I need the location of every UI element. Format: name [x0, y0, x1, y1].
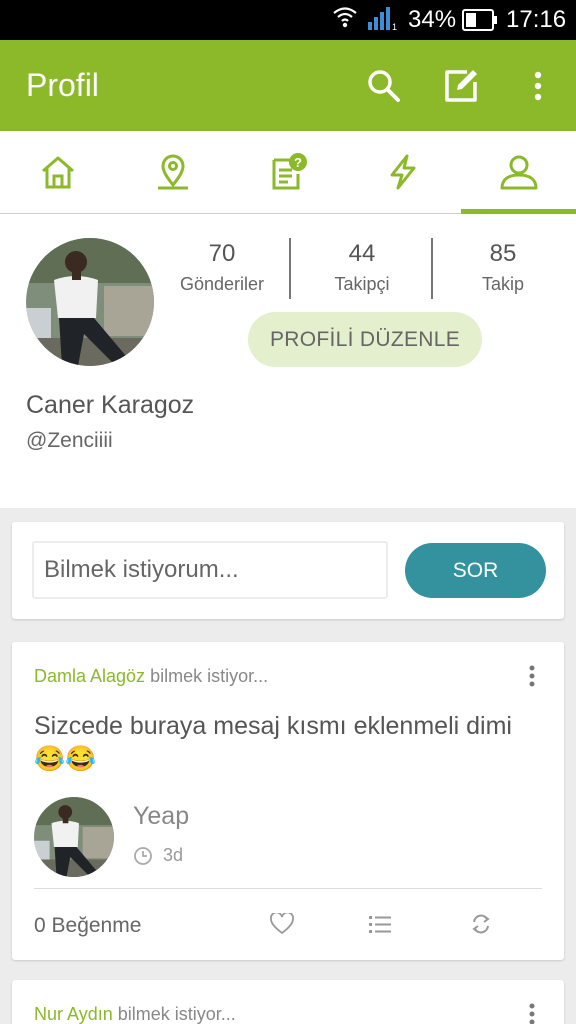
profile-handle: @Zenciiii	[26, 429, 113, 452]
svg-text:?: ?	[294, 155, 302, 170]
profile-icon	[500, 155, 537, 190]
tab-bar: ?	[0, 131, 576, 214]
battery-percent: 34%	[408, 6, 457, 33]
list-button[interactable]	[366, 910, 394, 938]
answerer-avatar[interactable]	[34, 797, 114, 877]
answer-text: Yeap	[133, 802, 190, 830]
clock-icon	[134, 846, 152, 865]
status-bar: 1 34% 17:16	[0, 0, 576, 40]
wifi-icon	[332, 4, 358, 37]
stat-following-value: 85	[489, 240, 517, 267]
svg-text:1: 1	[392, 22, 397, 32]
search-button[interactable]	[360, 62, 408, 110]
tab-activity[interactable]	[345, 131, 460, 213]
stat-posts[interactable]: 70 Gönderiler	[162, 240, 282, 295]
stat-divider	[289, 238, 291, 299]
time-label: 3d	[163, 845, 184, 865]
question-input[interactable]	[32, 541, 388, 599]
search-icon	[368, 70, 400, 102]
stat-followers-label: Takipçi	[334, 274, 390, 294]
stat-following[interactable]: 85 Takip	[443, 240, 563, 295]
like-count[interactable]: 0 Beğenme	[34, 914, 141, 938]
post-card: Nur Aydın bilmek istiyor...	[12, 980, 564, 1024]
stat-divider	[431, 238, 433, 299]
repost-icon	[472, 914, 490, 934]
divider	[34, 888, 542, 889]
tab-questions[interactable]: ?	[230, 131, 345, 213]
post-options-button[interactable]	[524, 664, 540, 688]
activity-icon	[390, 154, 415, 190]
avatar[interactable]	[26, 238, 154, 366]
answer-time: 3d	[133, 845, 183, 866]
stat-following-label: Takip	[481, 274, 525, 294]
battery-icon	[462, 9, 498, 38]
ask-question-card: SOR	[12, 522, 564, 619]
asker-name[interactable]: Nur Aydın	[34, 1004, 113, 1024]
signal-icon: 1	[366, 6, 398, 39]
tab-location[interactable]	[115, 131, 230, 213]
profile-header: 70 Gönderiler 44 Takipçi 85 Takip PROFİL…	[0, 214, 576, 508]
asker-suffix: bilmek istiyor...	[117, 1004, 236, 1024]
more-options-button[interactable]	[514, 62, 562, 110]
app-bar: Profil	[0, 40, 576, 131]
asker-line: Damla Alagöz bilmek istiyor...	[34, 666, 268, 687]
ask-button[interactable]: SOR	[405, 543, 546, 598]
more-vert-icon	[529, 665, 535, 687]
questions-icon: ?	[272, 153, 307, 190]
edit-profile-button[interactable]: PROFİLİ DÜZENLE	[248, 312, 482, 367]
stat-posts-label: Gönderiler	[179, 274, 265, 294]
home-icon	[41, 156, 74, 189]
more-vert-icon	[529, 1003, 535, 1024]
question-text[interactable]: Sizcede buraya mesaj kısmı eklenmeli dim…	[34, 710, 514, 776]
compose-button[interactable]	[437, 62, 485, 110]
clock: 17:16	[506, 6, 567, 33]
tab-profile[interactable]	[461, 131, 576, 213]
location-icon	[157, 154, 188, 190]
asker-name[interactable]: Damla Alagöz	[34, 666, 145, 686]
heart-icon	[270, 913, 294, 935]
share-button[interactable]	[467, 910, 495, 938]
stat-followers-value: 44	[348, 240, 376, 267]
profile-name: Caner Karagoz	[26, 391, 195, 419]
post-options-button[interactable]	[524, 1002, 540, 1024]
post-card: Damla Alagöz bilmek istiyor... Sizcede b…	[12, 642, 564, 960]
stat-posts-value: 70	[208, 240, 236, 267]
list-icon	[369, 916, 391, 933]
stat-followers[interactable]: 44 Takipçi	[302, 240, 422, 295]
asker-suffix: bilmek istiyor...	[150, 666, 269, 686]
compose-icon	[445, 70, 477, 102]
page-title: Profil	[26, 67, 99, 103]
asker-line: Nur Aydın bilmek istiyor...	[34, 1004, 236, 1024]
like-button[interactable]	[268, 910, 296, 938]
tab-home[interactable]	[0, 131, 115, 213]
more-vert-icon	[534, 71, 542, 101]
